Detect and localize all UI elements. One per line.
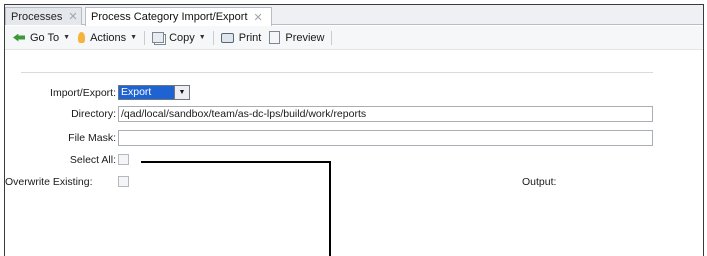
output-label: Output: bbox=[522, 176, 557, 188]
app-window: Processes ✕ Process Category Import/Expo… bbox=[4, 4, 704, 256]
tab-label: Process Category Import/Export bbox=[91, 11, 248, 23]
printer-icon bbox=[220, 32, 234, 43]
preview-label: Preview bbox=[285, 31, 325, 44]
print-button[interactable]: Print bbox=[217, 28, 266, 48]
chevron-down-icon: ▼ bbox=[63, 34, 71, 41]
goto-button[interactable]: Go To ▼ bbox=[9, 28, 74, 48]
import-export-value: Export bbox=[119, 86, 174, 99]
close-icon[interactable]: ✕ bbox=[68, 10, 77, 23]
section-divider bbox=[21, 72, 653, 73]
actions-label: Actions bbox=[90, 31, 127, 44]
chevron-down-icon: ▼ bbox=[130, 34, 138, 41]
directory-label: Directory: bbox=[71, 108, 116, 120]
goto-label: Go To bbox=[30, 31, 60, 44]
green-arrow-icon bbox=[13, 33, 25, 42]
toolbar-separator bbox=[144, 30, 146, 45]
print-label: Print bbox=[238, 31, 262, 44]
toolbar-separator bbox=[212, 30, 214, 45]
toolbar-separator bbox=[331, 30, 333, 45]
copy-label: Copy bbox=[169, 31, 195, 44]
directory-field[interactable]: /qad/local/sandbox/team/as-dc-lps/build/… bbox=[118, 106, 653, 122]
overwrite-existing-label: Overwrite Existing: bbox=[5, 176, 93, 188]
chevron-down-icon[interactable]: ▼ bbox=[174, 86, 189, 99]
tab-processes[interactable]: Processes ✕ bbox=[5, 7, 82, 25]
select-all-checkbox[interactable] bbox=[118, 154, 129, 165]
callout-line-vertical bbox=[329, 161, 331, 256]
select-all-label: Select All: bbox=[69, 154, 116, 166]
close-icon[interactable]: ✕ bbox=[254, 11, 263, 24]
lightbulb-icon bbox=[78, 32, 86, 43]
tab-label: Processes bbox=[11, 10, 63, 23]
copy-button[interactable]: Copy ▼ bbox=[148, 28, 210, 48]
actions-button[interactable]: Actions ▼ bbox=[74, 28, 141, 48]
overwrite-existing-checkbox[interactable] bbox=[118, 176, 129, 187]
copy-icon bbox=[152, 32, 165, 43]
file-mask-label: File Mask: bbox=[68, 132, 116, 144]
callout-line-horizontal bbox=[141, 161, 331, 163]
preview-button[interactable]: Preview bbox=[265, 28, 328, 48]
tab-bar: Processes ✕ Process Category Import/Expo… bbox=[5, 5, 703, 26]
import-export-select[interactable]: Export ▼ bbox=[118, 85, 190, 100]
toolbar: Go To ▼ Actions ▼ Copy ▼ Print Preview bbox=[5, 26, 703, 50]
file-mask-field[interactable] bbox=[118, 130, 653, 146]
tab-process-category-import-export[interactable]: Process Category Import/Export ✕ bbox=[85, 7, 272, 26]
chevron-down-icon: ▼ bbox=[198, 34, 206, 41]
import-export-label: Import/Export: bbox=[50, 87, 116, 99]
preview-icon bbox=[269, 31, 281, 44]
